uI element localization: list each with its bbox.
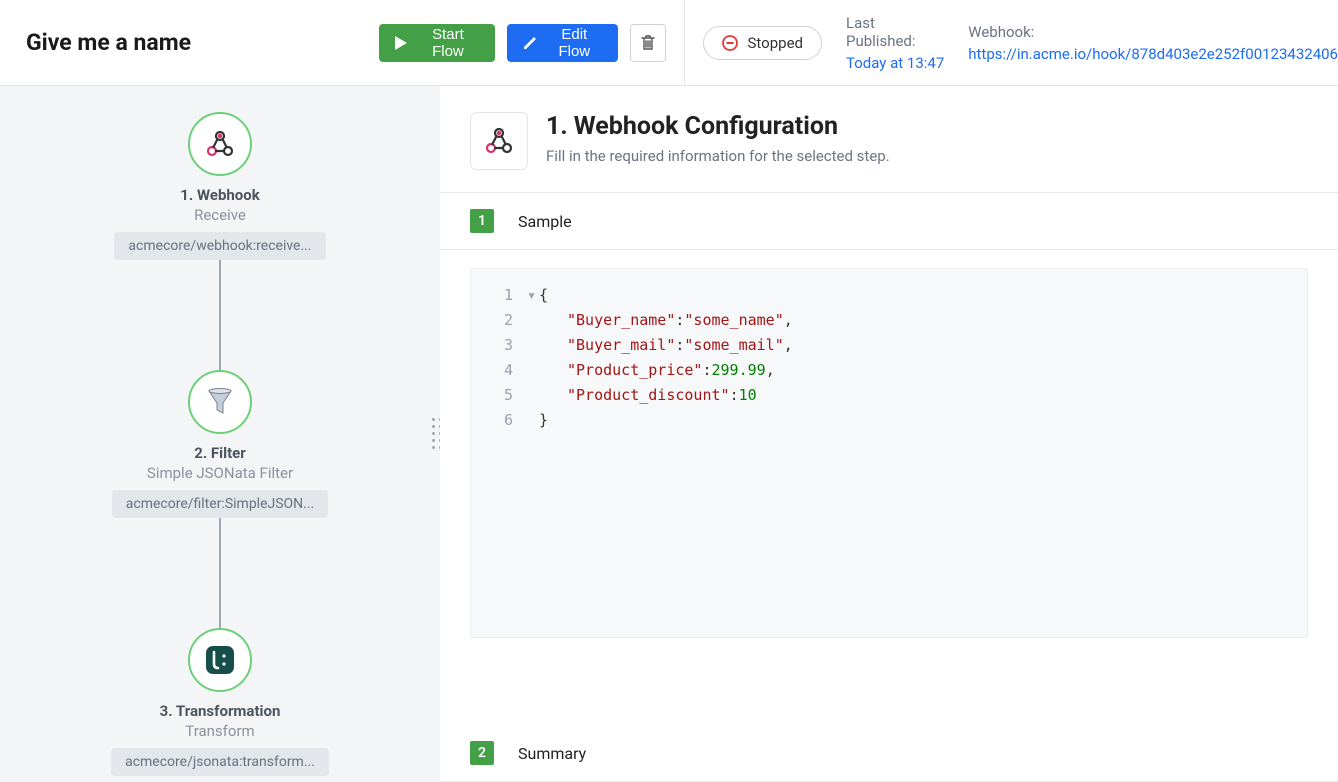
step-badge: 2: [470, 741, 494, 765]
code-value: "some_mail": [684, 333, 783, 358]
panel-icon-box: [470, 112, 528, 170]
status-pill[interactable]: Stopped: [703, 26, 822, 60]
stop-icon: [722, 35, 738, 51]
code-value: "some_name": [684, 308, 783, 333]
panel-titles: 1. Webhook Configuration Fill in the req…: [546, 112, 890, 165]
webhook-icon: [482, 126, 516, 156]
resize-handle[interactable]: [432, 418, 440, 450]
last-published-value[interactable]: Today at 13:47: [846, 54, 944, 72]
node-tag: acmecore/filter:SimpleJSON...: [112, 490, 329, 518]
config-panel: 1. Webhook Configuration Fill in the req…: [440, 86, 1338, 782]
code-token: {: [539, 283, 548, 308]
panel-heading: 1. Webhook Configuration: [546, 112, 890, 141]
flow-node-webhook[interactable]: 1. Webhook Receive acmecore/webhook:rece…: [100, 112, 340, 260]
flow-node-filter[interactable]: 2. Filter Simple JSONata Filter acmecore…: [100, 370, 340, 518]
code-editor[interactable]: 1▾{ 2 "Buyer_name": "some_name", 3 "Buye…: [470, 268, 1308, 638]
webhook-icon: [203, 129, 237, 159]
flow-node-transform[interactable]: 3. Transformation Transform acmecore/jso…: [100, 628, 340, 776]
node-title: 2. Filter: [194, 444, 246, 462]
last-published: Last Published: Today at 13:47: [846, 14, 944, 72]
node-circle: [188, 112, 252, 176]
node-subtitle: Simple JSONata Filter: [147, 464, 293, 482]
panel-header: 1. Webhook Configuration Fill in the req…: [440, 86, 1338, 192]
start-flow-label: Start Flow: [417, 26, 478, 60]
panel-desc: Fill in the required information for the…: [546, 147, 890, 165]
code-key: "Product_discount": [567, 383, 730, 408]
code-key: "Buyer_name": [567, 308, 675, 333]
flow-edge: [219, 518, 221, 628]
transform-icon: [200, 642, 240, 678]
funnel-icon: [203, 387, 237, 417]
node-title: 1. Webhook: [180, 186, 259, 204]
flow-title[interactable]: Give me a name: [26, 29, 361, 56]
code-token: }: [539, 408, 548, 433]
node-tag: acmecore/jsonata:transform...: [111, 748, 329, 776]
node-title: 3. Transformation: [160, 702, 281, 720]
code-value: 299.99: [712, 358, 766, 383]
edit-flow-button[interactable]: Edit Flow: [507, 24, 619, 62]
section-summary[interactable]: 2 Summary: [440, 725, 1338, 782]
node-circle: [188, 370, 252, 434]
top-bar: Give me a name Start Flow Edit Flow Stop…: [0, 0, 1338, 86]
code-key: "Product_price": [567, 358, 702, 383]
step-badge: 1: [470, 209, 494, 233]
meta-area: Stopped Last Published: Today at 13:47 W…: [685, 14, 1338, 72]
webhook-url[interactable]: https://in.acme.io/hook/878d403e2e252f00…: [968, 45, 1338, 63]
webhook-meta: Webhook: https://in.acme.io/hook/878d403…: [968, 23, 1338, 63]
node-subtitle: Transform: [185, 722, 254, 740]
pencil-icon: [523, 36, 537, 50]
trash-icon: [641, 35, 655, 51]
node-subtitle: Receive: [194, 206, 246, 224]
node-tag: acmecore/webhook:receive...: [114, 232, 325, 260]
delete-button[interactable]: [630, 24, 665, 62]
flow-canvas[interactable]: 1. Webhook Receive acmecore/webhook:rece…: [0, 86, 440, 782]
start-flow-button[interactable]: Start Flow: [379, 24, 494, 62]
section-sample[interactable]: 1 Sample: [440, 192, 1338, 250]
last-published-label: Last Published:: [846, 14, 944, 50]
flow-graph: 1. Webhook Receive acmecore/webhook:rece…: [0, 112, 440, 776]
toolbar-actions: Start Flow Edit Flow: [361, 0, 684, 85]
code-area: 1▾{ 2 "Buyer_name": "some_name", 3 "Buye…: [440, 250, 1338, 725]
code-value: 10: [739, 383, 757, 408]
flow-title-wrap: Give me a name: [0, 29, 361, 56]
main-area: 1. Webhook Receive acmecore/webhook:rece…: [0, 86, 1338, 782]
section-title: Sample: [518, 212, 572, 231]
play-icon: [395, 36, 407, 50]
section-title: Summary: [518, 744, 586, 763]
edit-flow-label: Edit Flow: [547, 26, 603, 60]
node-circle: [188, 628, 252, 692]
flow-edge: [219, 260, 221, 370]
webhook-label: Webhook:: [968, 23, 1338, 41]
status-label: Stopped: [748, 34, 803, 52]
code-key: "Buyer_mail": [567, 333, 675, 358]
